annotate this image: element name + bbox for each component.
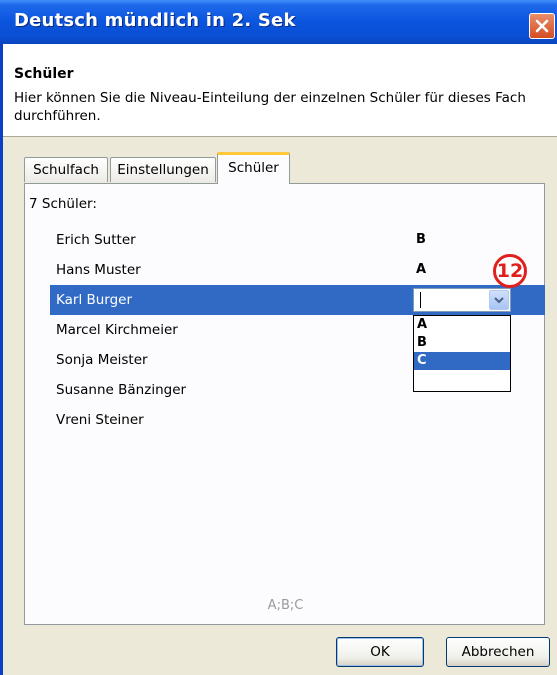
student-name: Erich Sutter	[56, 232, 136, 248]
tab-schueler[interactable]: Schüler	[217, 152, 290, 184]
student-name: Susanne Bänzinger	[56, 382, 187, 398]
level-dropdown-list: A B C	[413, 315, 511, 392]
header-description: Hier können Sie die Niveau-Einteilung de…	[14, 90, 526, 124]
header-panel: Schüler Hier können Sie die Niveau-Einte…	[3, 44, 557, 136]
tab-panel: 7 Schüler: Erich Sutter B Hans Muster A …	[24, 183, 545, 625]
cancel-button[interactable]: Abbrechen	[446, 637, 550, 667]
callout-number-badge: 12	[493, 254, 527, 288]
chevron-down-icon	[494, 297, 504, 304]
dropdown-option-a[interactable]: A	[414, 316, 510, 334]
student-row[interactable]: Vreni Steiner	[24, 405, 545, 435]
student-level[interactable]: A	[416, 255, 426, 285]
header-title: Schüler	[14, 66, 74, 82]
student-name: Marcel Kirchmeier	[56, 322, 178, 338]
level-combobox[interactable]	[413, 288, 511, 312]
tab-einstellungen[interactable]: Einstellungen	[110, 157, 216, 182]
close-icon	[535, 19, 549, 33]
text-caret	[420, 292, 421, 308]
student-level[interactable]: B	[416, 225, 426, 255]
student-row-selected[interactable]: Karl Burger	[24, 285, 545, 315]
student-list: Erich Sutter B Hans Muster A Karl Burger	[24, 225, 545, 605]
title-bar[interactable]: Deutsch mündlich in 2. Sek	[0, 0, 557, 44]
student-row[interactable]: Erich Sutter B	[24, 225, 545, 255]
ok-button[interactable]: OK	[336, 637, 424, 667]
close-button[interactable]	[529, 13, 555, 39]
dropdown-button[interactable]	[489, 290, 509, 310]
header-separator	[3, 136, 557, 137]
tab-label: Einstellungen	[117, 162, 209, 178]
window-title: Deutsch mündlich in 2. Sek	[14, 10, 296, 31]
tab-label: Schüler	[228, 160, 279, 176]
student-row[interactable]: Hans Muster A	[24, 255, 545, 285]
tab-label: Schulfach	[33, 162, 99, 178]
dropdown-option-c[interactable]: C	[414, 352, 510, 370]
dropdown-option-b[interactable]: B	[414, 334, 510, 352]
level-options-hint: A;B;C	[267, 598, 304, 613]
tab-schulfach[interactable]: Schulfach	[24, 157, 108, 182]
student-name: Vreni Steiner	[56, 412, 144, 428]
dialog-window: Deutsch mündlich in 2. Sek Schüler Hier …	[0, 0, 557, 675]
student-count: 7 Schüler:	[29, 196, 97, 212]
student-name: Sonja Meister	[56, 352, 148, 368]
student-name: Karl Burger	[50, 285, 414, 315]
student-name: Hans Muster	[56, 262, 141, 278]
